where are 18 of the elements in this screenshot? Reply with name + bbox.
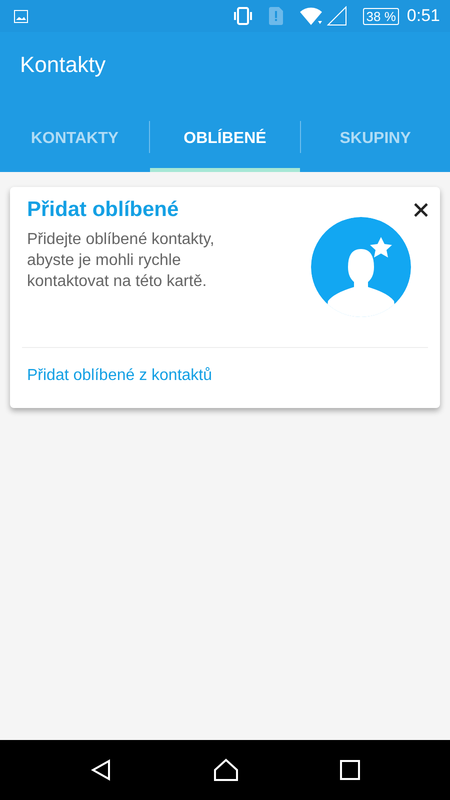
clock: 0:51 [406,5,440,28]
card-title: Přidat oblíbené [27,197,180,222]
vibrate-icon [233,7,254,25]
close-button[interactable] [414,203,428,217]
battery-indicator: 38 % [363,8,399,24]
add-favorites-link[interactable]: Přidat oblíbené z kontaktů [27,367,212,384]
app-title: Kontakty [19,51,107,79]
sim-alert-icon [269,7,284,25]
back-icon[interactable] [90,759,112,781]
recents-icon[interactable] [340,760,360,780]
wifi-icon [299,6,324,26]
tab[interactable]: KONTAKTY [0,105,150,172]
signal-icon [327,6,348,26]
tab[interactable]: OBLÍBENÉ [150,105,300,172]
home-icon[interactable] [212,758,239,782]
card-description: Přidejte oblíbené kontakty, abyste je mohli rychle kontaktovat na této kartě. [27,230,216,292]
tab[interactable]: SKUPINY [300,105,450,172]
gallery-icon [14,10,28,22]
